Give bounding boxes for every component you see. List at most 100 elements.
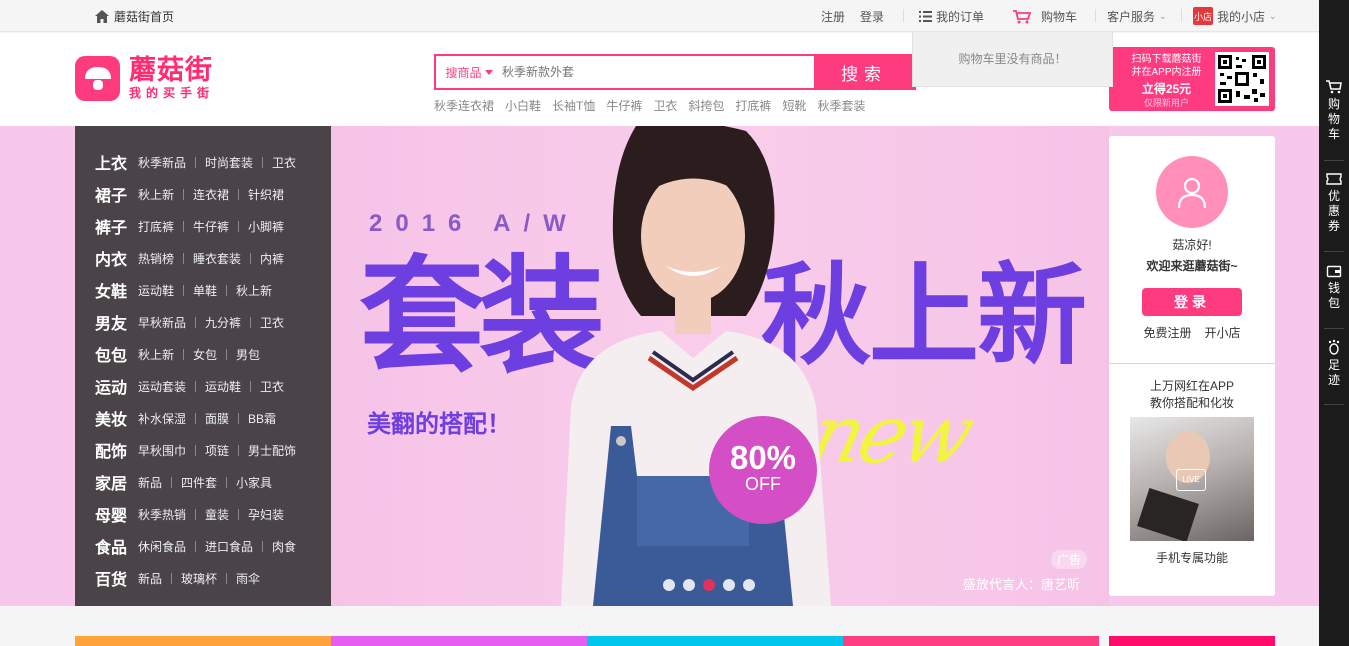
search-category-select[interactable]: 搜商品	[436, 56, 502, 88]
logo[interactable]: 蘑菇街 我的买手街	[75, 56, 214, 101]
category-sub-link[interactable]: 小家具	[236, 474, 272, 491]
toolbar-cart[interactable]: 购物车	[1319, 80, 1349, 142]
category-sub-link[interactable]: 项链	[205, 442, 229, 459]
category-row[interactable]: 裙子 秋上新 连衣裙 针织裙	[75, 178, 331, 210]
category-sub-link[interactable]: 女包	[193, 346, 217, 363]
hotword-link[interactable]: 牛仔裤	[606, 97, 642, 114]
login-link[interactable]: 登录	[860, 8, 884, 25]
category-sub-link[interactable]: 睡衣套装	[193, 250, 241, 267]
hotword-link[interactable]: 秋季连衣裙	[434, 97, 494, 114]
category-sub-link[interactable]: 卫衣	[272, 154, 296, 171]
category-row[interactable]: 母婴 秋季热销 童装 孕妇装	[75, 498, 331, 530]
my-orders-link[interactable]: 我的订单	[919, 8, 984, 25]
category-sub-link[interactable]: 玻璃杯	[181, 570, 217, 587]
hotword-link[interactable]: 短靴	[782, 97, 806, 114]
category-main-label[interactable]: 家居	[95, 470, 138, 494]
category-sub-link[interactable]: 补水保湿	[138, 410, 186, 427]
category-main-label[interactable]: 运动	[95, 374, 138, 398]
category-sub-link[interactable]: 面膜	[205, 410, 229, 427]
category-sub-link[interactable]: 新品	[138, 474, 162, 491]
carousel-dot[interactable]	[703, 579, 715, 591]
category-sub-link[interactable]: 连衣裙	[193, 186, 229, 203]
register-link[interactable]: 注册	[821, 8, 845, 25]
category-sub-link[interactable]: 时尚套装	[205, 154, 253, 171]
category-sub-link[interactable]: 运动鞋	[138, 282, 174, 299]
category-sub-link[interactable]: 单鞋	[193, 282, 217, 299]
category-sub-link[interactable]: 孕妇装	[248, 506, 284, 523]
category-sub-link[interactable]: BB霜	[248, 410, 276, 427]
hotword-link[interactable]: 斜挎包	[688, 97, 724, 114]
search-input[interactable]	[502, 56, 814, 88]
hotword-link[interactable]: 打底裤	[735, 97, 771, 114]
customer-service-menu[interactable]: 客户服务 ⌄	[1107, 8, 1167, 25]
category-sub-link[interactable]: 小脚裤	[248, 218, 284, 235]
category-sub-link[interactable]: 卫衣	[260, 378, 284, 395]
category-main-label[interactable]: 食品	[95, 534, 138, 558]
category-main-label[interactable]: 百货	[95, 566, 138, 590]
carousel-dot[interactable]	[683, 579, 695, 591]
toolbar-wallet[interactable]: 钱包	[1319, 264, 1349, 311]
register-link[interactable]: 免费注册	[1143, 324, 1191, 341]
category-main-label[interactable]: 上衣	[95, 150, 138, 174]
category-row[interactable]: 配饰 早秋围巾 项链 男士配饰	[75, 434, 331, 466]
my-shop-menu[interactable]: 小店 我的小店 ⌄	[1193, 7, 1277, 25]
category-sub-link[interactable]: 童装	[205, 506, 229, 523]
category-main-label[interactable]: 母婴	[95, 502, 138, 526]
category-sub-link[interactable]: 卫衣	[260, 314, 284, 331]
hotword-link[interactable]: 秋季套装	[817, 97, 865, 114]
category-sub-link[interactable]: 内裤	[260, 250, 284, 267]
category-sub-link[interactable]: 秋上新	[236, 282, 272, 299]
category-sub-link[interactable]: 九分裤	[205, 314, 241, 331]
app-live-image[interactable]: LIVE	[1130, 417, 1254, 541]
category-sub-link[interactable]: 早秋新品	[138, 314, 186, 331]
category-main-label[interactable]: 配饰	[95, 438, 138, 462]
login-button[interactable]: 登录	[1142, 288, 1242, 316]
category-row[interactable]: 美妆 补水保湿 面膜 BB霜	[75, 402, 331, 434]
home-link[interactable]: 蘑菇街首页	[95, 8, 174, 25]
category-sub-link[interactable]: 针织裙	[248, 186, 284, 203]
promo-slide[interactable]: 2016 A/W 套装 秋上新 美翻的搭配！ new 80% OFF 广告 盛放…	[331, 126, 1109, 606]
category-row[interactable]: 食品 休闲食品 进口食品 肉食	[75, 530, 331, 562]
category-sub-link[interactable]: 肉食	[272, 538, 296, 555]
category-sub-link[interactable]: 热销榜	[138, 250, 174, 267]
carousel-dot[interactable]	[723, 579, 735, 591]
category-sub-link[interactable]: 男士配饰	[248, 442, 296, 459]
category-row[interactable]: 百货 新品 玻璃杯 雨伞	[75, 562, 331, 594]
category-row[interactable]: 女鞋 运动鞋 单鞋 秋上新	[75, 274, 331, 306]
category-main-label[interactable]: 美妆	[95, 406, 138, 430]
cart-link[interactable]: 购物车	[1013, 8, 1077, 25]
category-sub-link[interactable]: 打底裤	[138, 218, 174, 235]
category-sub-link[interactable]: 进口食品	[205, 538, 253, 555]
search-button[interactable]: 搜索	[814, 56, 914, 88]
hotword-link[interactable]: 小白鞋	[505, 97, 541, 114]
category-row[interactable]: 男友 早秋新品 九分裤 卫衣	[75, 306, 331, 338]
hotword-link[interactable]: 卫衣	[653, 97, 677, 114]
category-row[interactable]: 内衣 热销榜 睡衣套装 内裤	[75, 242, 331, 274]
category-main-label[interactable]: 内衣	[95, 246, 138, 270]
app-download-promo[interactable]: 扫码下载蘑菇街 并在APP内注册 立得25元 仅限新用户	[1109, 47, 1275, 111]
category-sub-link[interactable]: 秋上新	[138, 186, 174, 203]
carousel-dot[interactable]	[663, 579, 675, 591]
category-sub-link[interactable]: 早秋围巾	[138, 442, 186, 459]
open-shop-link[interactable]: 开小店	[1205, 324, 1241, 341]
category-sub-link[interactable]: 新品	[138, 570, 162, 587]
category-row[interactable]: 裤子 打底裤 牛仔裤 小脚裤	[75, 210, 331, 242]
toolbar-coupon[interactable]: 优惠券	[1319, 172, 1349, 234]
category-sub-link[interactable]: 秋上新	[138, 346, 174, 363]
category-row[interactable]: 上衣 秋季新品 时尚套装 卫衣	[75, 146, 331, 178]
category-main-label[interactable]: 女鞋	[95, 278, 138, 302]
category-sub-link[interactable]: 秋季新品	[138, 154, 186, 171]
category-row[interactable]: 运动 运动套装 运动鞋 卫衣	[75, 370, 331, 402]
category-main-label[interactable]: 裙子	[95, 182, 138, 206]
carousel-dot[interactable]	[743, 579, 755, 591]
category-sub-link[interactable]: 休闲食品	[138, 538, 186, 555]
category-sub-link[interactable]: 四件套	[181, 474, 217, 491]
category-row[interactable]: 家居 新品 四件套 小家具	[75, 466, 331, 498]
hotword-link[interactable]: 长袖T恤	[552, 97, 595, 114]
category-main-label[interactable]: 裤子	[95, 214, 138, 238]
category-sub-link[interactable]: 男包	[236, 346, 260, 363]
category-sub-link[interactable]: 运动套装	[138, 378, 186, 395]
category-main-label[interactable]: 包包	[95, 342, 138, 366]
category-main-label[interactable]: 男友	[95, 310, 138, 334]
category-sub-link[interactable]: 牛仔裤	[193, 218, 229, 235]
